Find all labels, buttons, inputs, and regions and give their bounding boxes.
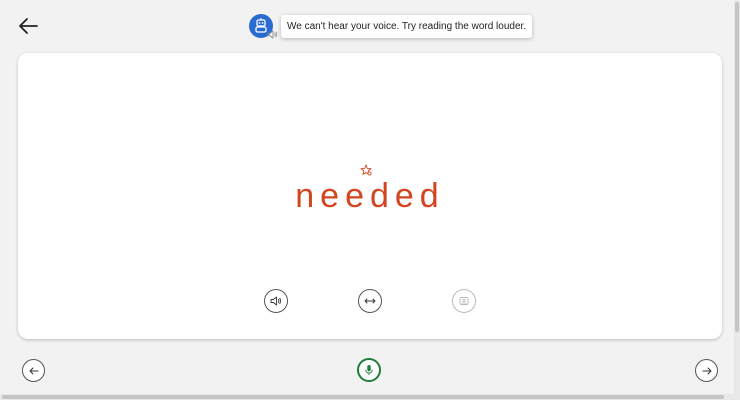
microphone-button[interactable] <box>357 358 381 382</box>
horizontal-scrollbar[interactable] <box>0 394 734 400</box>
microphone-icon <box>365 365 373 375</box>
vertical-scrollbar[interactable] <box>734 0 740 400</box>
speaker-icon <box>270 296 281 306</box>
back-arrow-icon[interactable] <box>17 15 39 37</box>
arrow-right-icon <box>702 367 711 374</box>
next-word-button[interactable] <box>695 359 718 382</box>
vertical-scroll-thumb[interactable] <box>735 2 739 332</box>
arrow-left-icon <box>29 367 38 374</box>
picture-dictionary-icon <box>459 297 469 305</box>
syllables-button[interactable] <box>358 289 382 313</box>
listen-button[interactable] <box>264 289 288 313</box>
practice-word: needed <box>295 177 445 215</box>
speaker-icon[interactable] <box>267 29 278 40</box>
horizontal-scroll-thumb[interactable] <box>2 395 724 399</box>
coach-tooltip: We can't hear your voice. Try reading th… <box>281 15 533 38</box>
previous-word-button[interactable] <box>22 359 45 382</box>
split-arrows-icon <box>364 298 376 304</box>
picture-dictionary-button[interactable] <box>452 289 476 313</box>
